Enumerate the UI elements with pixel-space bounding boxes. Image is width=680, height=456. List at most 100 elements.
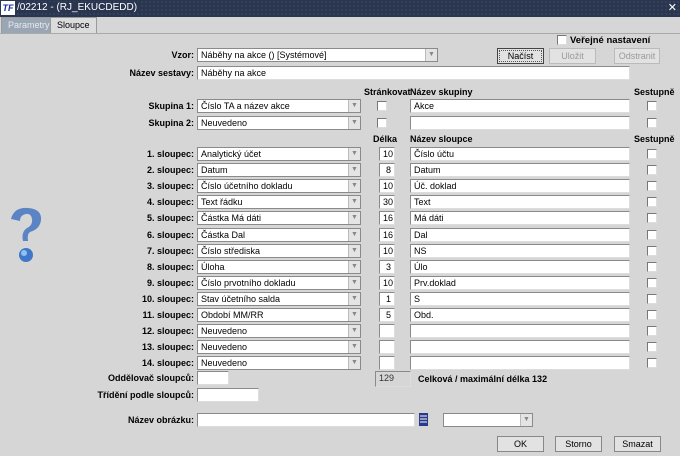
column-name-input[interactable]: Číslo účtu: [410, 147, 630, 161]
delete-button[interactable]: Odstranit: [614, 48, 660, 64]
tab-sloupce[interactable]: Sloupce: [50, 17, 97, 34]
groups-select[interactable]: Číslo TA a název akce ▼: [197, 99, 361, 113]
column-length-input[interactable]: 10: [379, 276, 395, 290]
chevron-down-icon: ▼: [348, 229, 360, 241]
sort-input[interactable]: [197, 388, 259, 402]
columns-select-value: Částka Má dáti: [201, 213, 262, 223]
descending-checkbox[interactable]: [647, 213, 657, 223]
column-length-input[interactable]: [379, 324, 395, 338]
column-name-input[interactable]: Dal: [410, 228, 630, 242]
column-length-input[interactable]: 16: [379, 228, 395, 242]
clear-button[interactable]: Smazat: [614, 436, 661, 452]
list-icon[interactable]: [419, 413, 428, 426]
columns-select-value: Stav účetního salda: [201, 294, 281, 304]
paging-header: Stránkovat: [364, 87, 411, 97]
tab-parametry[interactable]: Parametry: [1, 17, 57, 33]
columns-select[interactable]: Neuvedeno ▼: [197, 340, 361, 354]
descending-checkbox[interactable]: [647, 118, 657, 128]
column-name-input[interactable]: NS: [410, 244, 630, 258]
columns-select[interactable]: Neuvedeno ▼: [197, 356, 361, 370]
column-length-input[interactable]: 5: [379, 308, 395, 322]
column-length-input[interactable]: 8: [379, 163, 395, 177]
columns-select[interactable]: Částka Dal ▼: [197, 228, 361, 242]
group-name-input[interactable]: [410, 116, 630, 130]
columns-select[interactable]: Číslo střediska ▼: [197, 244, 361, 258]
descending-checkbox[interactable]: [647, 262, 657, 272]
columns-label: 2. sloupec:: [146, 165, 194, 175]
app-logo-icon: TF: [1, 1, 15, 15]
vzor-select[interactable]: Náběhy na akce () [Systémové] ▼: [197, 48, 438, 62]
descending-checkbox[interactable]: [647, 278, 657, 288]
column-length-input[interactable]: 10: [379, 179, 395, 193]
report-name-input[interactable]: Náběhy na akce: [197, 66, 630, 80]
column-length-input[interactable]: [379, 340, 395, 354]
column-name-input[interactable]: [410, 356, 630, 370]
descending-checkbox[interactable]: [647, 197, 657, 207]
columns-select[interactable]: Stav účetního salda ▼: [197, 292, 361, 306]
column-length-input[interactable]: 10: [379, 147, 395, 161]
chevron-down-icon: ▼: [348, 148, 360, 160]
columns-select[interactable]: Částka Má dáti ▼: [197, 211, 361, 225]
column-name-input[interactable]: [410, 340, 630, 354]
columns-label: 9. sloupec:: [146, 278, 194, 288]
public-checkbox[interactable]: [557, 35, 567, 45]
columns-select[interactable]: Datum ▼: [197, 163, 361, 177]
column-name-input[interactable]: Obd.: [410, 308, 630, 322]
column-length-input[interactable]: 10: [379, 244, 395, 258]
ok-button[interactable]: OK: [497, 436, 544, 452]
descending-checkbox[interactable]: [647, 230, 657, 240]
load-button[interactable]: Načíst: [497, 48, 544, 64]
descending-checkbox[interactable]: [647, 310, 657, 320]
column-name-input[interactable]: Datum: [410, 163, 630, 177]
descending-checkbox[interactable]: [647, 165, 657, 175]
column-length-input[interactable]: 30: [379, 195, 395, 209]
group-name-input[interactable]: Akce: [410, 99, 630, 113]
columns-select-value: Text řádku: [201, 197, 243, 207]
paging-checkbox[interactable]: [377, 101, 387, 111]
columns-label: 1. sloupec:: [146, 149, 194, 159]
separator-input[interactable]: [197, 371, 229, 385]
total-length-value: 129: [375, 371, 411, 387]
descending-checkbox[interactable]: [647, 101, 657, 111]
image-select[interactable]: ▼: [443, 413, 533, 427]
column-length-input[interactable]: 16: [379, 211, 395, 225]
column-name-input[interactable]: Má dáti: [410, 211, 630, 225]
chevron-down-icon: ▼: [348, 309, 360, 321]
descending-checkbox[interactable]: [647, 294, 657, 304]
columns-select[interactable]: Text řádku ▼: [197, 195, 361, 209]
column-length-input[interactable]: 1: [379, 292, 395, 306]
columns-select[interactable]: Úloha ▼: [197, 260, 361, 274]
groups-select[interactable]: Neuvedeno ▼: [197, 116, 361, 130]
descending-checkbox[interactable]: [647, 181, 657, 191]
columns-select-value: Datum: [201, 165, 228, 175]
column-descending-header: Sestupně: [634, 134, 675, 144]
descending-checkbox[interactable]: [647, 246, 657, 256]
columns-select[interactable]: Číslo účetního dokladu ▼: [197, 179, 361, 193]
columns-select[interactable]: Období MM/RR ▼: [197, 308, 361, 322]
close-icon[interactable]: ✕: [668, 1, 677, 14]
save-button[interactable]: Uložit: [549, 48, 596, 64]
descending-checkbox[interactable]: [647, 326, 657, 336]
sort-label: Třídění podle sloupců:: [97, 390, 195, 400]
column-length-input[interactable]: 3: [379, 260, 395, 274]
descending-checkbox[interactable]: [647, 149, 657, 159]
descending-checkbox[interactable]: [647, 358, 657, 368]
columns-select-value: Neuvedeno: [201, 358, 248, 368]
columns-select[interactable]: Neuvedeno ▼: [197, 324, 361, 338]
column-name-input[interactable]: S: [410, 292, 630, 306]
chevron-down-icon: ▼: [348, 341, 360, 353]
column-name-input[interactable]: Prv.doklad: [410, 276, 630, 290]
column-name-input[interactable]: [410, 324, 630, 338]
column-length-input[interactable]: [379, 356, 395, 370]
columns-label: 14. sloupec:: [141, 358, 194, 368]
image-name-label: Název obrázku:: [127, 415, 194, 425]
column-name-input[interactable]: Úlo: [410, 260, 630, 274]
columns-select[interactable]: Číslo prvotního dokladu ▼: [197, 276, 361, 290]
paging-checkbox[interactable]: [377, 118, 387, 128]
column-name-input[interactable]: Text: [410, 195, 630, 209]
cancel-button[interactable]: Storno: [555, 436, 602, 452]
image-name-input[interactable]: [197, 413, 415, 427]
columns-select[interactable]: Analytický účet ▼: [197, 147, 361, 161]
column-name-input[interactable]: Úč. doklad: [410, 179, 630, 193]
descending-checkbox[interactable]: [647, 342, 657, 352]
